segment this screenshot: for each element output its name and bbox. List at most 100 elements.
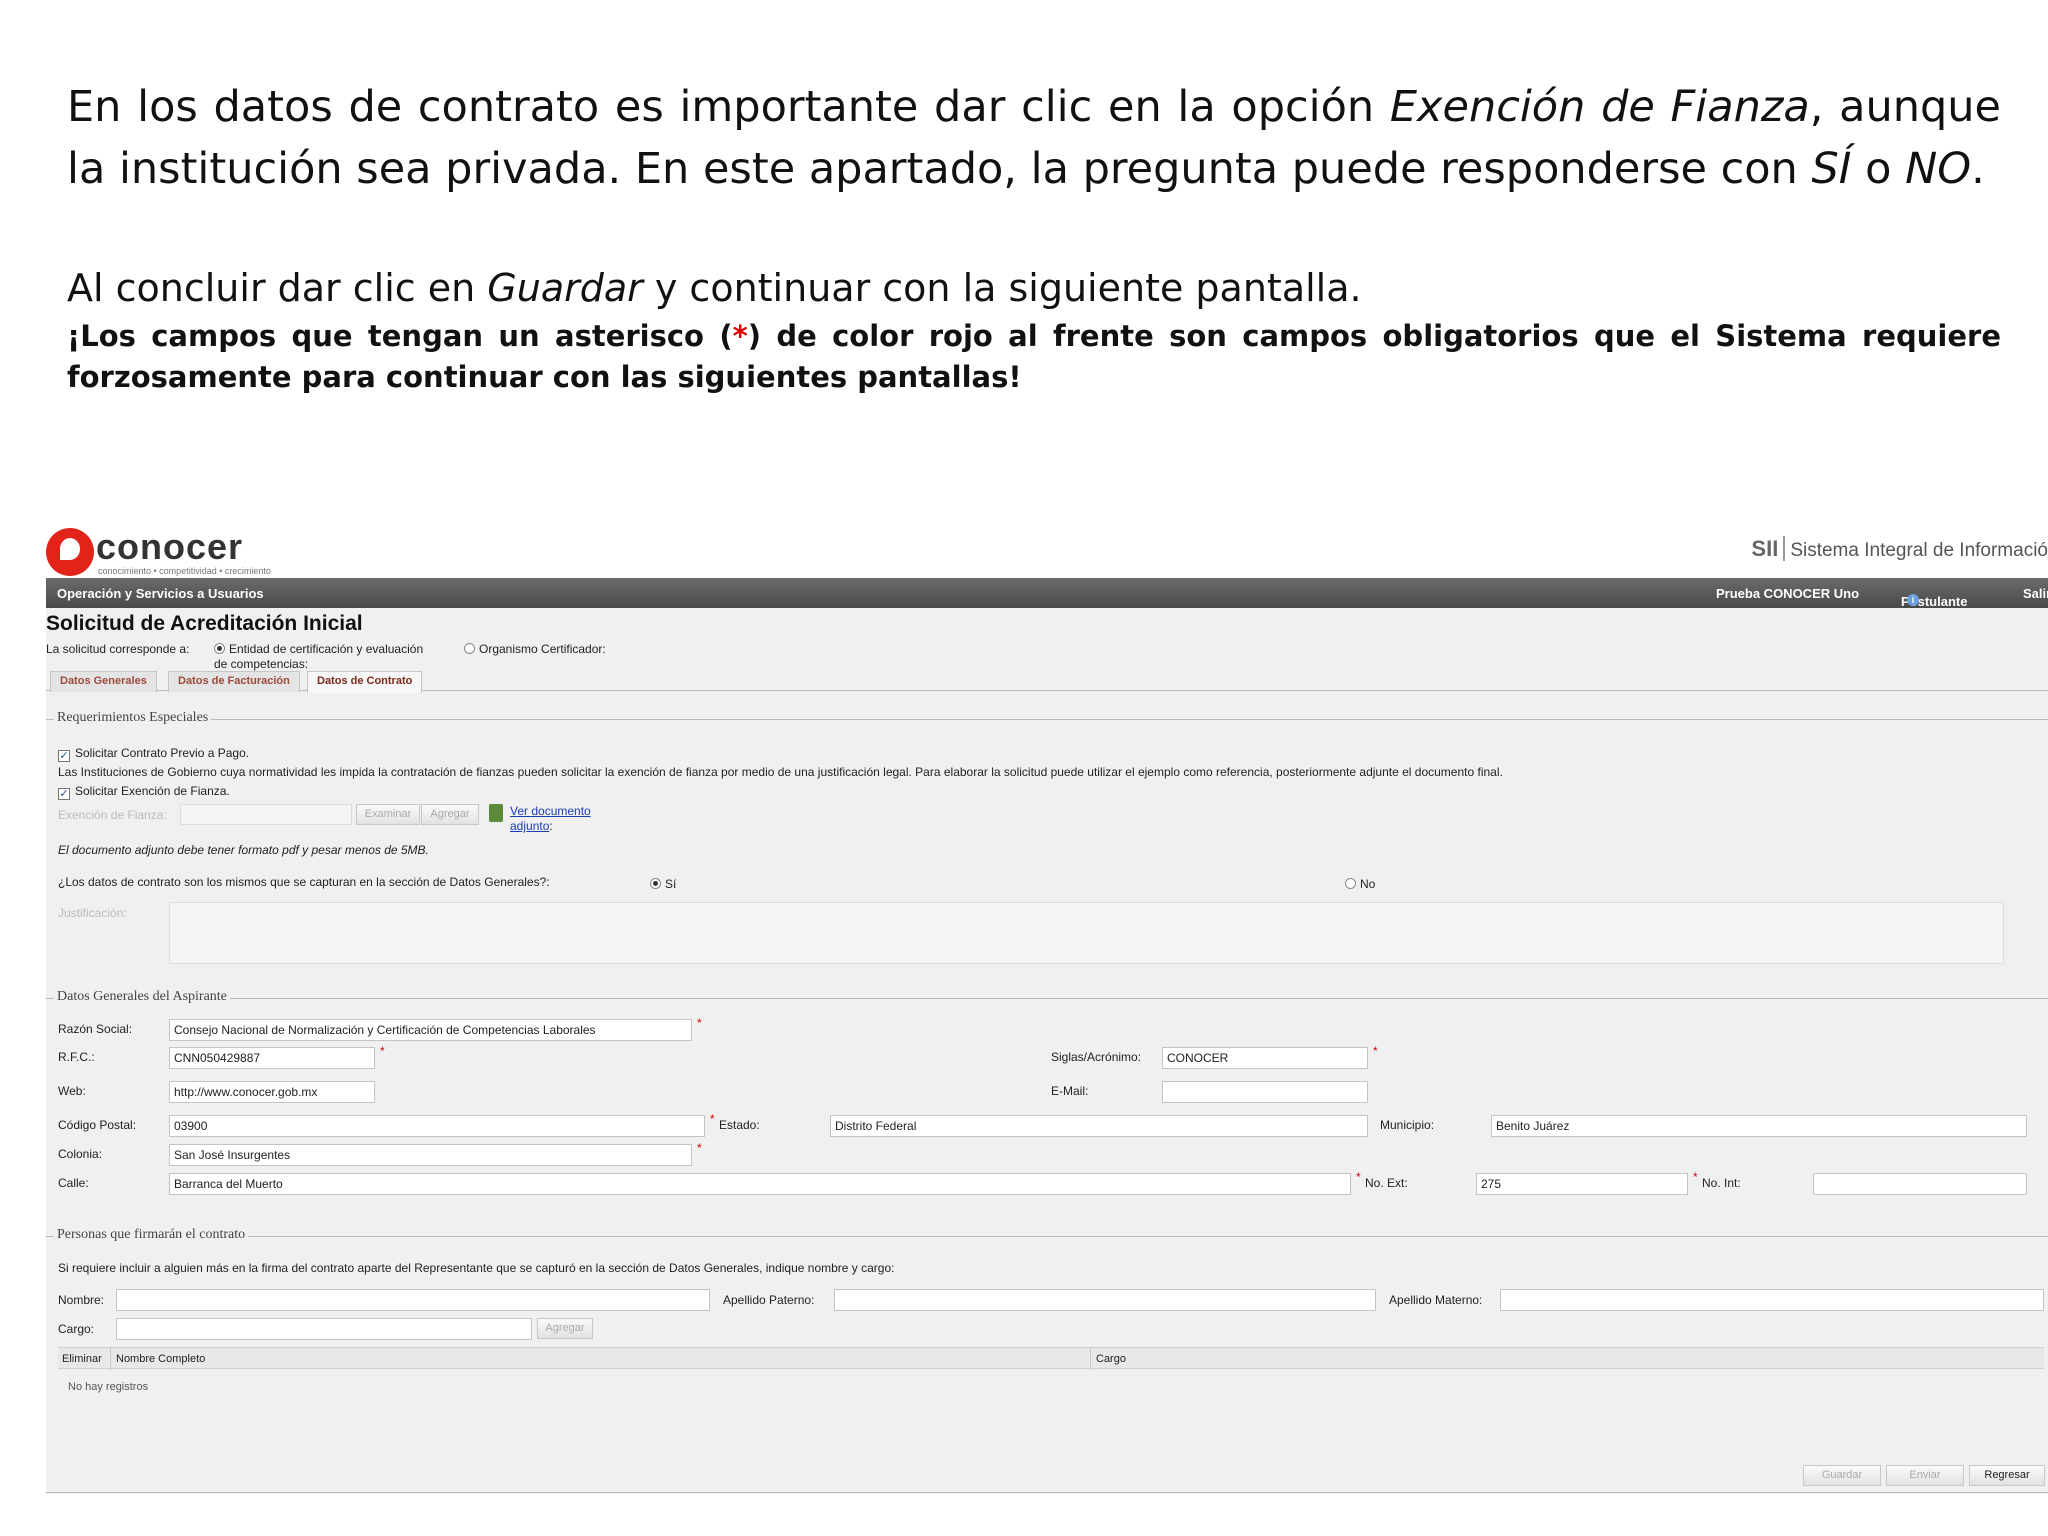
int-number-label: No. Int: [1702, 1176, 1741, 1190]
signer-maternal-label: Apellido Materno: [1389, 1293, 1483, 1307]
state-label: Estado: [719, 1118, 760, 1132]
grid-separator [110, 1348, 111, 1370]
signer-name-label: Nombre: [58, 1293, 105, 1307]
signer-role-label: Cargo: [58, 1322, 95, 1336]
radio-checked-icon[interactable] [650, 878, 661, 889]
ext-number-field[interactable]: 275 [1476, 1173, 1688, 1195]
logo-tagline: conocimiento • competitividad • crecimie… [98, 566, 271, 576]
signer-paternal-field[interactable] [834, 1289, 1376, 1311]
required-asterisk: * [697, 1141, 702, 1155]
applicant-data-section: Datos Generales del Aspirante Razón Soci… [46, 989, 2048, 1224]
top-navigation-bar: Operación y Servicios a Usuarios Prueba … [46, 578, 2048, 609]
colonia-field[interactable]: San José Insurgentes [169, 1144, 692, 1166]
check-bond-exemption[interactable]: ✓ Solicitar Exención de Fianza. [58, 784, 230, 800]
signers-grid-header: Eliminar Nombre Completo Cargo [58, 1347, 2044, 1370]
system-name: SII Sistema Integral de Informació [1751, 536, 2048, 561]
email-field[interactable] [1162, 1081, 1368, 1103]
required-asterisk: * [1356, 1170, 1361, 1184]
required-asterisk: * [380, 1044, 385, 1058]
required-asterisk: * [1373, 1044, 1378, 1058]
special-requirements-section: Requerimientos Especiales ✓ Solicitar Con… [46, 710, 2048, 987]
municipality-field[interactable]: Benito Juárez [1491, 1115, 2027, 1137]
int-number-field[interactable] [1813, 1173, 2027, 1195]
postal-code-field[interactable]: 03900 [169, 1115, 705, 1137]
required-asterisk: * [710, 1112, 715, 1126]
razon-social-label: Razón Social: [58, 1022, 133, 1036]
checkbox-checked-icon[interactable]: ✓ [58, 788, 70, 800]
file-format-note: El documento adjunto debe tener formato … [58, 843, 429, 857]
radio-certifying-body[interactable]: Organismo Certificador: [464, 642, 606, 656]
document-icon [489, 804, 503, 822]
rfc-field[interactable]: CNN050429887 [169, 1047, 375, 1069]
rfc-label: R.F.C.: [58, 1050, 95, 1064]
radio-no[interactable]: No [1345, 877, 1375, 891]
browse-button[interactable]: Examinar [356, 804, 420, 825]
web-label: Web: [58, 1084, 86, 1098]
col-role: Cargo [1096, 1353, 1126, 1365]
empty-records: No hay registros [68, 1381, 149, 1393]
signers-section: Personas que firmarán el contrato Si req… [46, 1227, 2048, 1494]
street-field[interactable]: Barranca del Muerto [169, 1173, 1351, 1195]
government-note: Las Instituciones de Gobierno cuya norma… [58, 765, 1503, 779]
add-file-button[interactable]: Agregar [421, 804, 479, 825]
col-delete: Eliminar [62, 1353, 102, 1365]
view-document-link[interactable]: Ver documento [510, 804, 591, 818]
send-button[interactable]: Enviar [1886, 1465, 1964, 1486]
signers-note: Si requiere incluir a alguien más en la … [58, 1261, 895, 1275]
razon-social-field[interactable]: Consejo Nacional de Normalización y Cert… [169, 1019, 692, 1041]
radio-unchecked-icon[interactable] [1345, 878, 1356, 889]
form-area: Solicitud de Acreditación Inicial La sol… [46, 608, 2048, 1494]
signer-maternal-field[interactable] [1500, 1289, 2044, 1311]
tab-datos-contrato[interactable]: Datos de Contrato [307, 671, 423, 693]
tab-datos-facturacion[interactable]: Datos de Facturación [168, 671, 300, 692]
siglas-field[interactable]: CONOCER [1162, 1047, 1368, 1069]
justification-label: Justificación: [58, 906, 127, 920]
save-button[interactable]: Guardar [1803, 1465, 1881, 1486]
logout-link[interactable]: Salir [2023, 586, 2048, 601]
app-screenshot: conocer conocimiento • competitividad • … [46, 522, 2048, 1494]
required-asterisk: * [1693, 1170, 1698, 1184]
conocer-logo-text: conocer [96, 526, 244, 567]
check-contract-before-payment[interactable]: ✓ Solicitar Contrato Previo a Pago. [58, 746, 249, 762]
conocer-logo-icon [46, 528, 94, 576]
required-asterisk-sample: * [732, 319, 748, 353]
justification-textarea[interactable] [169, 902, 2004, 964]
radio-unchecked-icon[interactable] [464, 643, 475, 654]
exemption-file-label: Exención de Fianza: [58, 808, 167, 822]
add-signer-button[interactable]: Agregar [537, 1318, 593, 1339]
colonia-label: Colonia: [58, 1147, 103, 1161]
signer-paternal-label: Apellido Paterno: [723, 1293, 815, 1307]
signer-role-field[interactable] [116, 1318, 532, 1340]
grid-separator [1090, 1348, 1091, 1370]
user-name: Prueba CONOCER Uno [1716, 586, 1860, 601]
applies-to-label: La solicitud corresponde a: [46, 642, 190, 656]
same-data-question: ¿Los datos de contrato son los mismos qu… [58, 875, 550, 889]
email-label: E-Mail: [1051, 1084, 1089, 1098]
radio-yes[interactable]: Sí [650, 877, 676, 891]
ext-number-label: No. Ext: [1365, 1176, 1408, 1190]
web-field[interactable]: http://www.conocer.gob.mx [169, 1081, 375, 1103]
postal-code-label: Código Postal: [58, 1118, 137, 1132]
col-full-name: Nombre Completo [116, 1353, 206, 1365]
signer-name-field[interactable] [116, 1289, 710, 1311]
info-icon[interactable]: i [1907, 594, 1919, 606]
state-field[interactable]: Distrito Federal [830, 1115, 1368, 1137]
back-button[interactable]: Regresar [1969, 1465, 2045, 1486]
applicant-data-legend: Datos Generales del Aspirante [54, 989, 230, 1005]
municipality-label: Municipio: [1380, 1118, 1435, 1132]
radio-entity[interactable]: Entidad de certificación y evaluación [214, 642, 423, 656]
signers-legend: Personas que firmarán el contrato [54, 1227, 249, 1243]
radio-checked-icon[interactable] [214, 643, 225, 654]
instruction-paragraph-1: En los datos de contrato es importante d… [67, 82, 2001, 194]
menu-operations[interactable]: Operación y Servicios a Usuarios [57, 586, 264, 601]
instruction-warning: ¡Los campos que tengan un asterisco (*) … [67, 319, 2001, 394]
view-document-link-line2[interactable]: adjunto: [510, 819, 553, 833]
street-label: Calle: [58, 1176, 89, 1190]
tab-datos-generales[interactable]: Datos Generales [50, 671, 157, 692]
form-bottom-border [46, 1492, 2048, 1493]
page-title: Solicitud de Acreditación Inicial [46, 612, 363, 635]
instruction-paragraph-2: Al concluir dar clic en Guardar y contin… [67, 266, 1362, 310]
special-requirements-legend: Requerimientos Especiales [54, 710, 212, 726]
exemption-file-input[interactable] [180, 804, 352, 825]
checkbox-checked-icon[interactable]: ✓ [58, 750, 70, 762]
